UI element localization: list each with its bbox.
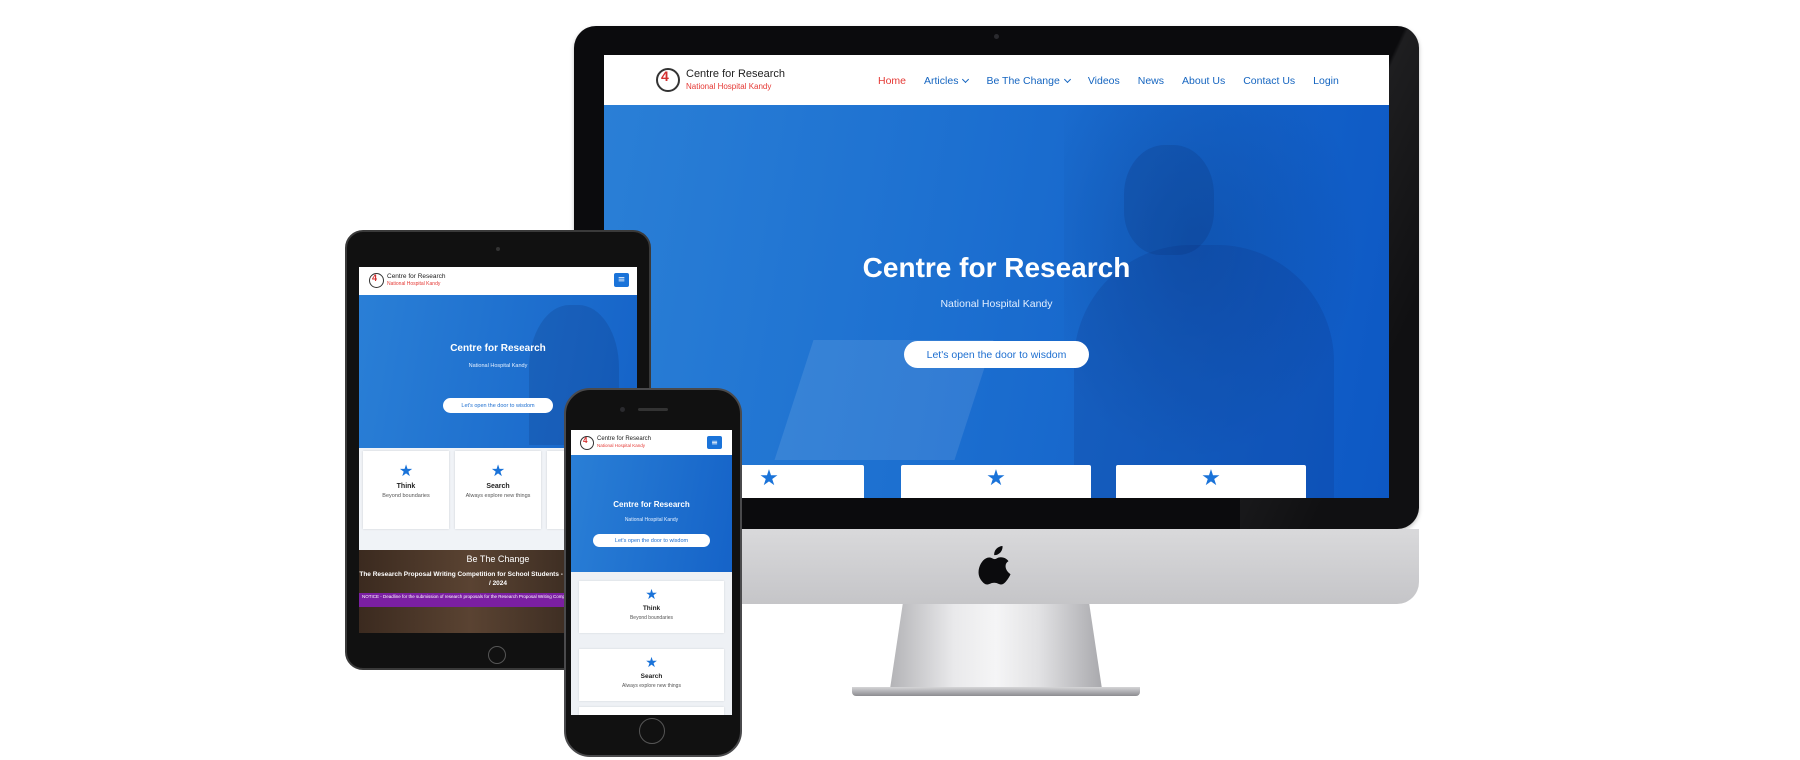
phone-screen: 4 Centre for Research National Hospital … (571, 430, 732, 715)
imac-camera (994, 34, 999, 39)
nav-home[interactable]: Home (878, 75, 906, 87)
feature-subtitle: Beyond boundaries (382, 493, 430, 499)
phone-navbar: 4 Centre for Research National Hospital … (571, 430, 732, 455)
imac-stand (890, 604, 1102, 689)
feature-title: Think (396, 483, 416, 490)
star-icon: ★ (490, 461, 506, 480)
feature-title: Search (486, 483, 510, 490)
feature-subtitle: Always explore new things (622, 683, 681, 689)
nav-login[interactable]: Login (1313, 75, 1339, 87)
feature-card-think[interactable]: ★ Think Beyond boundaries (363, 451, 449, 529)
brand-subtitle: National Hospital Kandy (597, 443, 646, 448)
hero-cta-button[interactable]: Let's open the door to wisdom (443, 398, 553, 413)
hero-title: Centre for Research (450, 343, 546, 354)
hero-cta-button[interactable]: Let's open the door to wisdom (593, 534, 710, 547)
feature-subtitle: Beyond boundaries (629, 615, 674, 621)
hero-cta-button[interactable]: Let's open the door to wisdom (904, 341, 1089, 368)
hamburger-menu-icon[interactable]: ≡ (707, 436, 722, 449)
star-icon: ★ (398, 461, 414, 480)
feature-title: Think (642, 605, 661, 612)
apple-logo-icon (978, 546, 1011, 585)
feature-card-search[interactable]: ★ Search Always explore new things (579, 649, 724, 701)
nav-news[interactable]: News (1138, 75, 1164, 87)
brand-subtitle: National Hospital Kandy (686, 82, 772, 91)
chevron-down-icon (1063, 75, 1071, 84)
nav-videos[interactable]: Videos (1088, 75, 1120, 87)
phone-home-button (639, 718, 665, 744)
feature-card[interactable]: ★ (579, 707, 724, 715)
hero-title: Centre for Research (862, 252, 1131, 283)
star-icon: ★ (1201, 466, 1221, 491)
logo-glyph: 4 (372, 273, 378, 283)
chevron-down-icon (962, 75, 970, 84)
logo-glyph: 4 (583, 436, 588, 445)
brand-name[interactable]: Centre for Research (387, 273, 446, 280)
feature-card[interactable]: ★ (1116, 465, 1306, 498)
hero-subtitle: National Hospital Kandy (624, 517, 679, 523)
feature-card-search[interactable]: ★ Search Always explore new things (455, 451, 541, 529)
phone-hero-section (571, 455, 732, 572)
feature-card-think[interactable]: ★ Think Beyond boundaries (579, 581, 724, 633)
nav-be-the-change[interactable]: Be The Change (986, 75, 1071, 87)
hamburger-menu-icon[interactable]: ≡ (614, 273, 629, 287)
tablet-camera (496, 247, 500, 251)
feature-subtitle: Always explore new things (465, 493, 531, 499)
hero-subtitle: National Hospital Kandy (940, 298, 1053, 310)
tablet-navbar: 4 Centre for Research National Hospital … (359, 267, 637, 295)
imac-stand-base (852, 687, 1140, 696)
hero-title: Centre for Research (613, 500, 690, 509)
phone-speaker (638, 408, 668, 411)
nav-articles-label: Articles (924, 75, 959, 87)
nav-be-the-change-label: Be The Change (986, 75, 1060, 87)
nav-contact-us[interactable]: Contact Us (1243, 75, 1295, 87)
brand-name[interactable]: Centre for Research (686, 68, 785, 80)
star-icon: ★ (579, 714, 724, 715)
hero-subtitle: National Hospital Kandy (468, 363, 528, 369)
nav-about-us[interactable]: About Us (1182, 75, 1225, 87)
desktop-navbar: 4 Centre for Research National Hospital … (604, 55, 1389, 105)
tablet-home-button (488, 646, 506, 664)
feature-card[interactable]: ★ (901, 465, 1091, 498)
brand-name[interactable]: Centre for Research (597, 436, 651, 442)
main-menu: Home Articles Be The Change Videos News … (878, 75, 1339, 87)
star-icon: ★ (986, 466, 1006, 491)
logo-glyph: 4 (661, 68, 669, 84)
hero-photo-person (1124, 145, 1214, 255)
phone-camera (620, 407, 625, 412)
brand-subtitle: National Hospital Kandy (387, 281, 441, 287)
feature-title: Search (640, 673, 663, 680)
nav-articles[interactable]: Articles (924, 75, 970, 87)
star-icon: ★ (645, 655, 658, 671)
star-icon: ★ (645, 587, 658, 603)
